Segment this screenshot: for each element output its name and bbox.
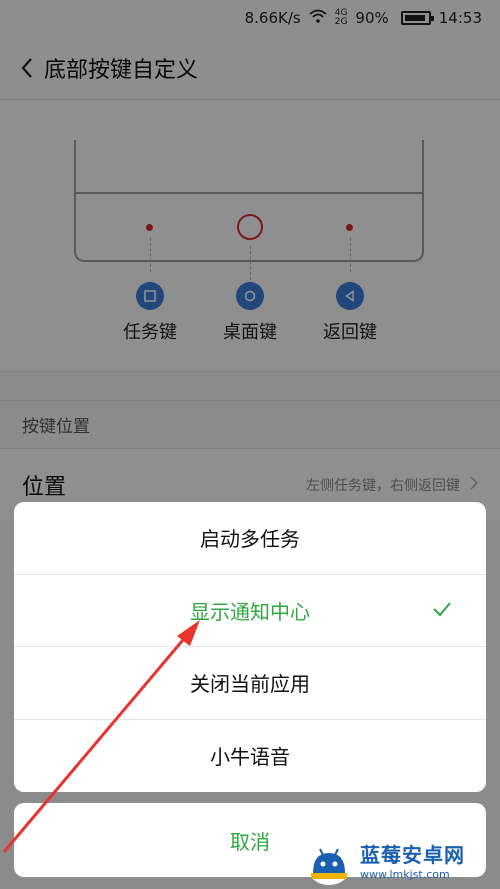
option-start-multitask[interactable]: 启动多任务 <box>14 502 486 575</box>
android-logo-icon <box>304 835 354 885</box>
option-label: 显示通知中心 <box>190 599 310 624</box>
watermark-url: www.lmkjst.com <box>360 868 450 881</box>
option-label: 启动多任务 <box>200 527 300 552</box>
watermark: 蓝莓安卓网 www.lmkjst.com <box>304 835 494 885</box>
action-sheet: 启动多任务 显示通知中心 关闭当前应用 小牛语音 <box>14 502 486 792</box>
watermark-title: 蓝莓安卓网 <box>360 843 465 867</box>
option-close-current-app[interactable]: 关闭当前应用 <box>14 647 486 720</box>
option-show-notification-center[interactable]: 显示通知中心 <box>14 575 486 647</box>
check-icon <box>432 598 452 622</box>
option-label: 小牛语音 <box>210 745 290 770</box>
option-voice-assistant[interactable]: 小牛语音 <box>14 720 486 793</box>
option-label: 关闭当前应用 <box>190 672 310 697</box>
